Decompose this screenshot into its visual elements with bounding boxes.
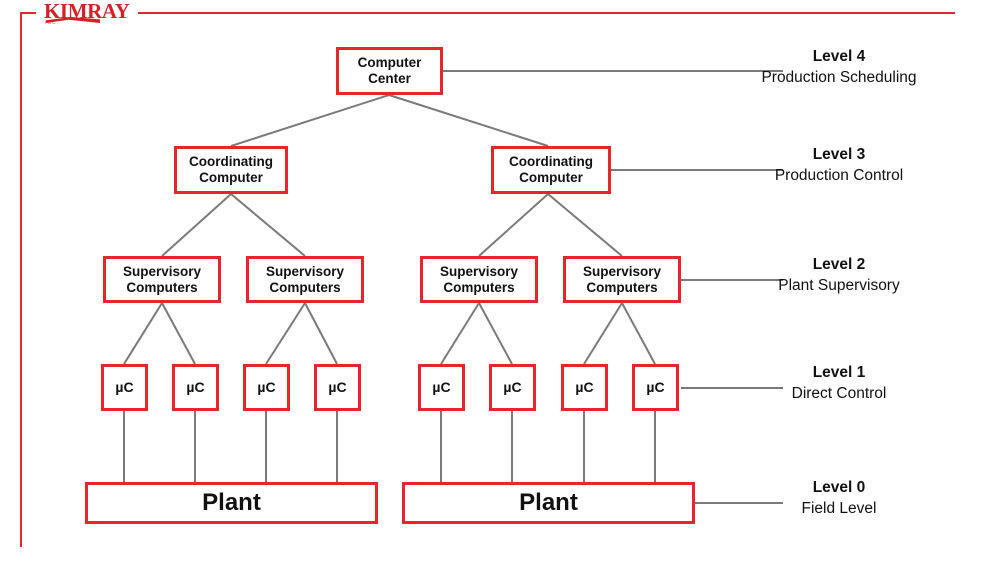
node-supervisory-computers-c[interactable]: Supervisory Computers [420, 256, 538, 303]
level-legend-4: Level 4 Production Scheduling [728, 47, 950, 89]
edge-supC-to-uc5 [440, 302, 480, 365]
edge-supD-to-uc7 [583, 302, 623, 365]
node-plant-right[interactable]: Plant [402, 482, 695, 524]
node-supervisory-computers-d[interactable]: Supervisory Computers [563, 256, 681, 303]
node-label-line1: Supervisory [439, 263, 519, 279]
edge-supD-to-uc8 [621, 302, 656, 365]
node-label: µC [257, 379, 276, 396]
node-label: µC [575, 379, 594, 396]
level-legend-desc: Production Control [774, 166, 904, 184]
node-supervisory-computers-b[interactable]: Supervisory Computers [246, 256, 364, 303]
node-microcontroller-2[interactable]: µC [172, 364, 219, 411]
node-microcontroller-7[interactable]: µC [561, 364, 608, 411]
node-coordinating-computer-left[interactable]: Coordinating Computer [174, 146, 288, 194]
level-legend-desc: Production Scheduling [761, 68, 917, 86]
edge-center-to-coord-right [388, 94, 549, 147]
level-legend-3: Level 3 Production Control [728, 145, 950, 187]
node-label-line2: Computers [269, 279, 341, 295]
node-label-line2: Center [368, 71, 411, 86]
node-label-line2: Computers [126, 279, 198, 295]
edge-coordL-to-supA [161, 193, 232, 257]
node-plant-left[interactable]: Plant [85, 482, 378, 524]
level-legend-desc: Direct Control [791, 384, 887, 402]
node-label: µC [115, 379, 134, 396]
level-legend-desc: Plant Supervisory [778, 276, 900, 294]
edge-supB-to-uc4 [304, 302, 338, 365]
node-label: µC [503, 379, 522, 396]
node-label-line2: Computers [586, 279, 658, 295]
node-computer-center[interactable]: Computer Center [336, 47, 443, 95]
edge-coordL-to-supB [230, 193, 306, 257]
level-legend-1: Level 1 Direct Control [728, 363, 950, 405]
edge-supA-to-uc1 [123, 302, 163, 365]
edge-supC-to-uc6 [478, 302, 513, 365]
level-legend-2: Level 2 Plant Supervisory [728, 255, 950, 297]
node-label: µC [186, 379, 205, 396]
level-legend-title: Level 1 [812, 364, 866, 381]
level-legend-title: Level 2 [812, 256, 866, 273]
node-label: Plant [519, 488, 578, 516]
level-legend-desc: Field Level [801, 499, 877, 517]
node-supervisory-computers-a[interactable]: Supervisory Computers [103, 256, 221, 303]
node-label-line2: Computer [199, 170, 263, 185]
node-label-line2: Computer [519, 170, 583, 185]
node-microcontroller-3[interactable]: µC [243, 364, 290, 411]
node-microcontroller-4[interactable]: µC [314, 364, 361, 411]
edge-supA-to-uc2 [161, 302, 196, 365]
node-label-line2: Computers [443, 279, 515, 295]
node-label-line1: Computer [357, 55, 422, 71]
edge-coordR-to-supD [547, 193, 623, 257]
node-microcontroller-5[interactable]: µC [418, 364, 465, 411]
kimray-logo: KIMRAY INC. [36, 0, 138, 26]
kimray-logo-wordmark: KIMRAY [44, 0, 130, 23]
node-label-line1: Supervisory [265, 263, 345, 279]
level-legend-title: Level 4 [812, 48, 866, 65]
node-coordinating-computer-right[interactable]: Coordinating Computer [491, 146, 611, 194]
node-microcontroller-1[interactable]: µC [101, 364, 148, 411]
node-label-line1: Supervisory [122, 263, 202, 279]
node-microcontroller-6[interactable]: µC [489, 364, 536, 411]
node-label: µC [328, 379, 347, 396]
node-label: µC [432, 379, 451, 396]
level-legend-title: Level 3 [812, 146, 866, 163]
node-label-line1: Coordinating [189, 154, 273, 170]
node-label: µC [646, 379, 665, 396]
level-legend-0: Level 0 Field Level [728, 478, 950, 520]
node-microcontroller-8[interactable]: µC [632, 364, 679, 411]
node-label-line1: Supervisory [582, 263, 662, 279]
edge-supB-to-uc3 [265, 302, 306, 365]
control-hierarchy-diagram: Computer Center Coordinating Computer Co… [0, 0, 1000, 562]
node-label: Plant [202, 488, 261, 516]
level-legend-title: Level 0 [812, 479, 866, 496]
node-label-line1: Coordinating [509, 154, 593, 170]
edge-coordR-to-supC [478, 193, 549, 257]
edge-center-to-coord-left [230, 94, 390, 147]
